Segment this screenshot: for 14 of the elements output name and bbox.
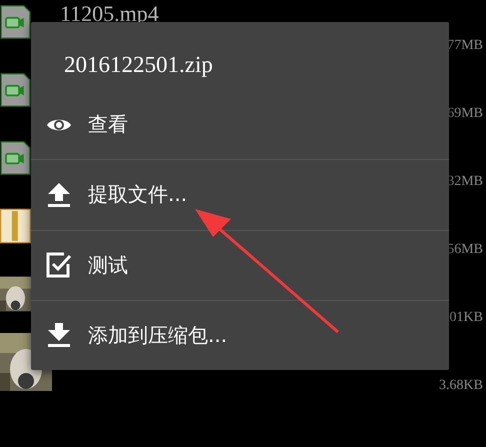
file-size: 77MB: [447, 38, 483, 54]
file-size: 32MB: [447, 174, 483, 190]
download-icon: [46, 322, 72, 348]
menu-item[interactable]: 提取文件...: [31, 160, 449, 230]
dialog-title: 2016122501.zip: [63, 51, 214, 79]
menu-item[interactable]: 查看: [31, 90, 449, 160]
file-size: 01KB: [450, 310, 483, 326]
file-size: 56MB: [447, 242, 483, 258]
file-name: 11205.mp4: [60, 1, 159, 27]
menu-item[interactable]: 测试: [31, 230, 449, 300]
file-size: 3.68KB: [439, 378, 483, 394]
menu-item[interactable]: 添加到压缩包...: [31, 300, 449, 370]
checkbox-icon: [46, 252, 72, 278]
upload-icon: [46, 182, 72, 208]
